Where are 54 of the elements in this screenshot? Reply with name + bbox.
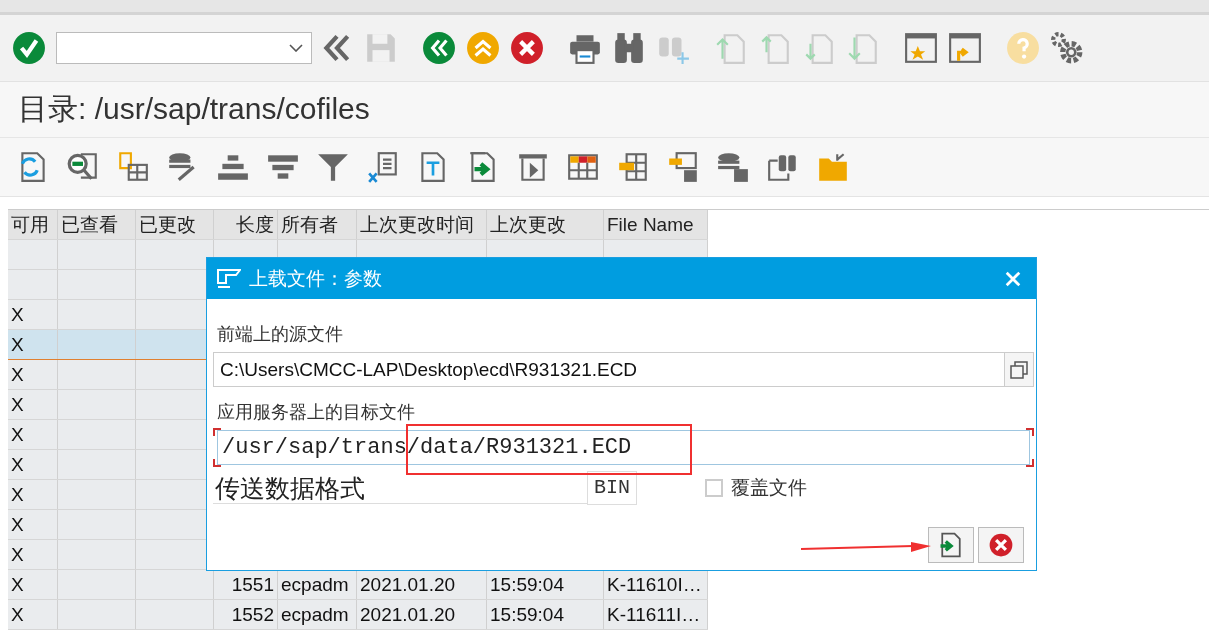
table-cell: X xyxy=(8,600,58,629)
sum-document-icon[interactable] xyxy=(366,150,400,184)
binoculars-icon[interactable] xyxy=(612,31,646,65)
table-row[interactable]: X 1551 ecpadm 2021.01.20 15:59:04 K-11610I… xyxy=(8,570,708,600)
table-cell: X xyxy=(8,300,58,329)
close-icon[interactable] xyxy=(1004,269,1022,288)
column-header[interactable]: 所有者 xyxy=(278,210,357,239)
upload-button[interactable] xyxy=(928,527,974,563)
table-cell: X xyxy=(8,510,58,539)
back-icon[interactable] xyxy=(422,31,456,65)
table-cell: X xyxy=(8,480,58,509)
column-header[interactable]: 上次更改时间 xyxy=(357,210,487,239)
table-cell: X xyxy=(8,450,58,479)
screen-title: 目录: /usr/sap/trans/cofiles xyxy=(18,91,370,127)
cancel-icon xyxy=(988,532,1014,558)
overwrite-checkbox[interactable] xyxy=(705,479,723,497)
column-header[interactable]: 上次更改 xyxy=(487,210,604,239)
confirm-icon[interactable] xyxy=(12,31,46,65)
window-icon xyxy=(217,268,241,289)
field-label: 应用服务器上的目标文件 xyxy=(217,401,416,423)
table-cell: X xyxy=(8,420,58,449)
cancel-icon[interactable] xyxy=(510,31,544,65)
column-header[interactable]: 已查看 xyxy=(58,210,136,239)
dialog-title: 上载文件：参数 xyxy=(249,266,383,291)
command-field[interactable] xyxy=(56,32,312,64)
table-cell: X xyxy=(8,540,58,569)
column-header[interactable]: File Name xyxy=(604,210,708,239)
cancel-button[interactable] xyxy=(978,527,1024,563)
format-field[interactable]: BIN xyxy=(587,471,637,505)
dropdown-caret-icon[interactable] xyxy=(289,44,303,52)
table-cell: X xyxy=(8,390,58,419)
browse-button[interactable] xyxy=(1004,353,1033,386)
table-row[interactable]: X 1552 ecpadm 2021.01.20 15:59:04 K-11611I… xyxy=(8,600,708,630)
document-grid-icon[interactable] xyxy=(116,150,150,184)
format-label: 传送数据格式 xyxy=(213,472,587,504)
database-save-icon[interactable] xyxy=(716,150,750,184)
table-cell: X xyxy=(8,570,58,599)
column-header[interactable]: 已更改 xyxy=(136,210,214,239)
checkbox-label: 覆盖文件 xyxy=(731,476,807,500)
table-cell: 2021.01.20 xyxy=(357,600,487,629)
column-header[interactable]: 可用 xyxy=(8,210,58,239)
copy-icon xyxy=(1009,359,1029,380)
grid-save-icon[interactable] xyxy=(666,150,700,184)
column-header[interactable]: 长度 xyxy=(214,210,278,239)
table-cell: ecpadm xyxy=(278,600,357,629)
grid-tag-icon[interactable] xyxy=(616,150,650,184)
table-cell: X xyxy=(8,330,58,359)
source-file-field[interactable]: C:\Users\CMCC-LAP\Desktop\ecd\R931321.ECD xyxy=(213,352,1034,387)
field-label: 前端上的源文件 xyxy=(217,323,344,345)
table-cell: X xyxy=(8,360,58,389)
settings-icon[interactable] xyxy=(1050,31,1084,65)
table-cell: 15:59:04 xyxy=(487,600,604,629)
table-cell: 1552 xyxy=(214,600,278,629)
table-cell: K-11611I… xyxy=(604,600,708,629)
